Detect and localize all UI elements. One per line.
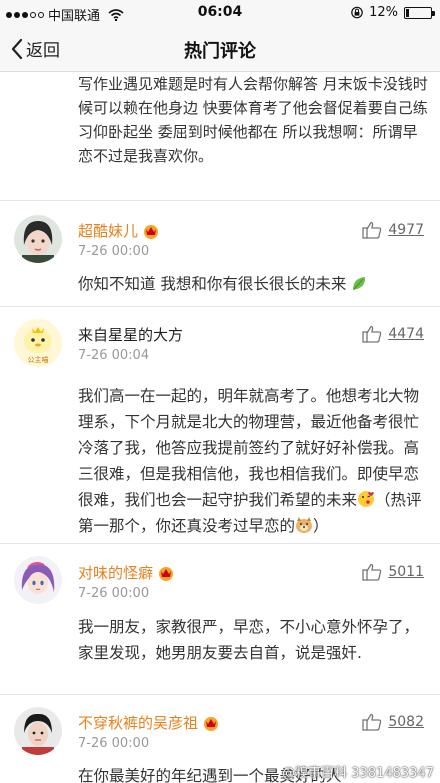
like-count: 5011 — [388, 564, 424, 580]
avatar[interactable]: 公主喵 — [14, 319, 62, 367]
battery-percent: 12% — [369, 5, 398, 20]
thumbs-up-icon — [362, 325, 382, 343]
status-right: 12% — [351, 5, 435, 20]
status-bar: 中国联通 06:04 12% — [0, 0, 440, 26]
battery-icon — [404, 6, 435, 19]
comment-body: 你知不知道 我想和你有很长很长的未来 — [78, 271, 428, 297]
leaf-emoji-icon — [353, 277, 366, 290]
comment-time: 7-26 00:00 — [78, 244, 150, 259]
watermark: @糗事百科 3381483347 — [282, 766, 434, 781]
comment-text-3: ） — [313, 517, 329, 535]
comment-author[interactable]: 不穿秋裤的吴彦祖 — [78, 712, 220, 733]
like-count: 4977 — [388, 222, 424, 238]
rotation-lock-icon — [351, 6, 363, 19]
comment-time: 7-26 00:00 — [78, 736, 150, 751]
vip-crown-icon — [204, 716, 219, 731]
comment-list[interactable]: 写作业遇见难题是时有人会帮你解答 月末饭卡没钱时候可以赖在他身边 快要体育考了他… — [0, 72, 440, 783]
doge-emoji-icon — [296, 517, 313, 533]
page-title: 热门评论 — [184, 41, 256, 62]
comment-author[interactable]: 超酷妹儿 — [78, 220, 160, 241]
thumbs-up-icon — [362, 221, 382, 239]
comment-text: 我一朋友，家教很严，早恋，不小心意外怀孕了，家里发现，她男朋友要去自首，说是强奸… — [78, 618, 420, 662]
comment-time: 7-26 00:04 — [78, 348, 150, 363]
comment-text: 你知不知道 我想和你有很长很长的未来 — [78, 275, 347, 293]
author-name: 不穿秋裤的吴彦祖 — [78, 714, 199, 732]
avatar[interactable] — [14, 556, 62, 604]
thumbs-up-icon — [362, 713, 382, 731]
avatar[interactable] — [14, 215, 62, 263]
comment-author[interactable]: 来自星星的大方 — [78, 324, 183, 345]
like-button[interactable]: 4474 — [362, 325, 424, 343]
comment-body: 我一朋友，家教很严，早恋，不小心意外怀孕了，家里发现，她男朋友要去自首，说是强奸… — [78, 614, 428, 666]
like-count: 4474 — [388, 326, 424, 342]
comment-item: 对味的怪癖 7-26 00:00 5011 我一朋友，家教很严，早恋，不小心意外… — [0, 543, 440, 703]
vip-crown-icon — [144, 224, 159, 239]
vip-crown-icon — [159, 566, 174, 581]
kiss-face-emoji-icon — [358, 491, 375, 507]
thumbs-up-icon — [362, 563, 382, 581]
svg-text:公主喵: 公主喵 — [28, 355, 49, 364]
comment-author[interactable]: 对味的怪癖 — [78, 562, 175, 583]
author-name: 对味的怪癖 — [78, 564, 154, 582]
like-count: 5082 — [388, 714, 424, 730]
like-button[interactable]: 4977 — [362, 221, 424, 239]
avatar[interactable] — [14, 707, 62, 755]
like-button[interactable]: 5082 — [362, 713, 424, 731]
comment-time: 7-26 00:00 — [78, 586, 150, 601]
author-name: 来自星星的大方 — [78, 326, 184, 344]
comment-body: 我们高一在一起的，明年就高考了。他想考北大物理系，下个月就是北大的物理营，最近他… — [78, 383, 428, 539]
previous-comment-text: 写作业遇见难题是时有人会帮你解答 月末饭卡没钱时候可以赖在他身边 快要体育考了他… — [78, 75, 428, 165]
navigation-bar: 返回 热门评论 — [0, 26, 440, 72]
author-name: 超酷妹儿 — [78, 222, 139, 240]
like-button[interactable]: 5011 — [362, 563, 424, 581]
